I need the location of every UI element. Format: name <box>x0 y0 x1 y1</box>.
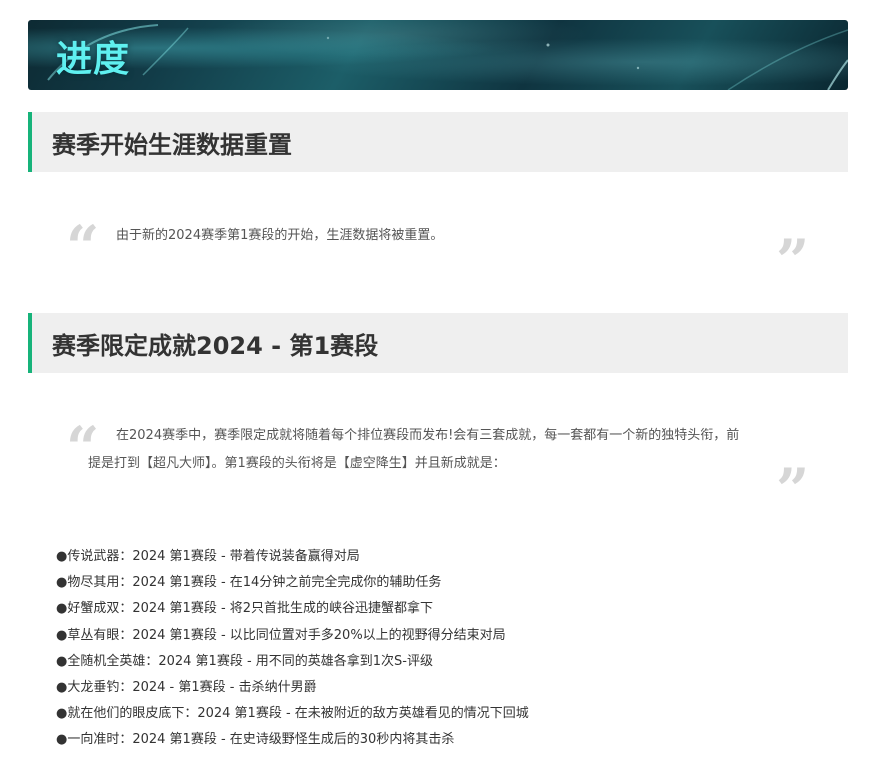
list-item: ●全随机全英雄：2024 第1赛段 - 用不同的英雄各拿到1次S-评级 <box>56 653 434 669</box>
list-item: ●好蟹成双：2024 第1赛段 - 将2只首批生成的峡谷迅捷蟹都拿下 <box>56 601 434 617</box>
list-item: ●大龙垂钓：2024 - 第1赛段 - 击杀纳什男爵 <box>56 680 317 696</box>
section2-quote-line1: 在2024赛季中，赛季限定成就将随着每个排位赛段而发布!会有三套成就，每一套都有… <box>116 428 740 443</box>
section-title: 赛季限定成就2024 - 第1赛段 <box>52 332 379 360</box>
section1-quote-text: 由于新的2024赛季第1赛段的开始，生涯数据将被重置。 <box>116 228 444 243</box>
list-item: ●物尽其用：2024 第1赛段 - 在14分钟之前完全完成你的辅助任务 <box>56 575 442 591</box>
list-item: ●就在他们的眼皮底下：2024 第1赛段 - 在未被附近的敌方英雄看见的情况下回… <box>56 706 529 722</box>
quote-close-icon: ” <box>776 227 810 295</box>
list-item: ●草丛有眼：2024 第1赛段 - 以比同位置对手多20%以上的视野得分结束对局 <box>56 627 506 643</box>
header-banner: 进度 <box>28 20 848 90</box>
section-heading-season-achievements: 赛季限定成就2024 - 第1赛段 <box>28 313 848 373</box>
section-heading-career-reset: 赛季开始生涯数据重置 <box>28 112 848 172</box>
page-title: 进度 <box>56 39 131 80</box>
list-item: ●传说武器：2024 第1赛段 - 带着传说装备赢得对局 <box>56 549 360 564</box>
section-title: 赛季开始生涯数据重置 <box>52 131 292 159</box>
achievement-list: ●传说武器：2024 第1赛段 - 带着传说装备赢得对局 ●物尽其用：2024 … <box>56 544 836 754</box>
list-item: ●一向准时：2024 第1赛段 - 在史诗级野怪生成后的30秒内将其击杀 <box>56 732 455 748</box>
quote-close-icon: ” <box>776 456 810 524</box>
section2-quote-line2: 提是打到【超凡大师】。第1赛段的头衔将是【虚空降生】并且新成就是： <box>88 456 506 471</box>
banner-decoration <box>47 24 848 90</box>
quote-open-icon: “ <box>66 213 100 281</box>
